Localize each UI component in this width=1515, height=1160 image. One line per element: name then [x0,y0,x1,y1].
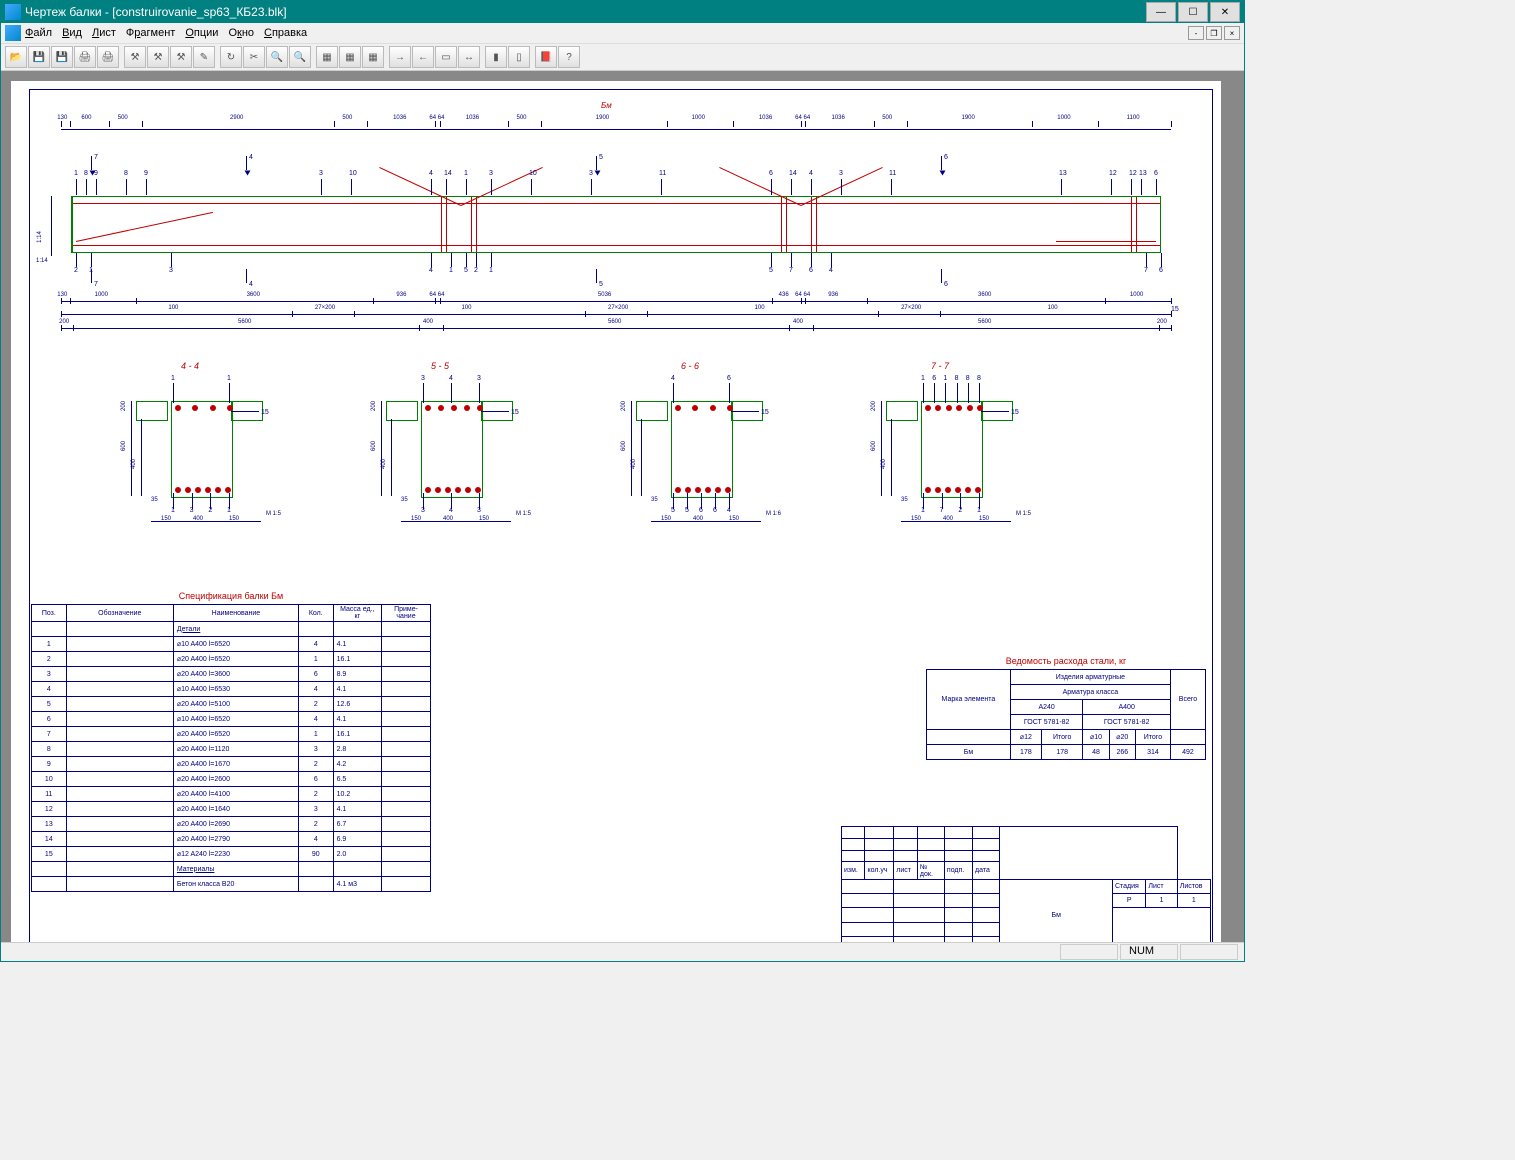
spec-row: 8⌀20 A400 l=112032.8 [32,742,431,757]
beam-elevation [71,196,1161,253]
mdi-icon[interactable] [5,25,21,41]
spec-row: 10⌀20 A400 l=260066.5 [32,772,431,787]
tool-help[interactable]: ? [558,46,580,68]
title-block: изм. кол.уч лист № док. подп. дата Бм Ст… [841,826,1211,942]
tool-mode3[interactable]: ▦ [362,46,384,68]
steel-consumption-table: Ведомость расхода стали, кг Марка элемен… [926,656,1206,760]
slope-label-1: 1:14 [37,231,43,243]
menu-view[interactable]: Вид [62,27,82,39]
pos15-label: 15 [1171,306,1179,313]
close-button[interactable]: ✕ [1210,2,1240,22]
dim-chain-top: 1306005002900500103664 64103650019001000… [61,119,1171,134]
tool-hammer3[interactable]: ⚒ [170,46,192,68]
spec-row: 11⌀20 A400 l=4100210.2 [32,787,431,802]
status-num: NUM [1120,944,1178,960]
statusbar: NUM [1,942,1244,961]
tool-zoomout[interactable]: 🔍 [289,46,311,68]
menu-file[interactable]: ФФайлайл [25,27,52,39]
tool-mode1[interactable]: ▦ [316,46,338,68]
menu-window[interactable]: Окно [228,27,254,39]
slope-label-2: 1:14 [36,258,48,264]
section-6-6: 6 - 6 М 1:6 150 400 150 200 600 400 35 1… [601,361,801,541]
tool-printview[interactable]: 🖨 [97,46,119,68]
titlebar: Чертеж балки - [construirovanie_sp63_КБ2… [1,1,1244,23]
section-7-7: 7 - 7 М 1:5 150 400 150 200 600 400 35 1… [851,361,1051,541]
tool-hammer1[interactable]: ⚒ [124,46,146,68]
spec-row: 6⌀10 A400 l=652044.1 [32,712,431,727]
tool-left[interactable]: ← [412,46,434,68]
mdi-restore[interactable]: ❐ [1206,26,1222,40]
app-icon [5,4,21,20]
spec-row: 13⌀20 A400 l=269026.7 [32,817,431,832]
menu-options[interactable]: Опции [185,27,218,39]
tool-book[interactable]: 📕 [535,46,557,68]
tool-print[interactable]: 🖨 [74,46,96,68]
tool-open[interactable]: 📂 [5,46,27,68]
tool-zoomin[interactable]: 🔍 [266,46,288,68]
maximize-button[interactable]: ☐ [1178,2,1208,22]
spec-row: 12⌀20 A400 l=164034.1 [32,802,431,817]
menu-fragment[interactable]: Фрагмент [126,27,175,39]
section-5-5: 5 - 5 М 1:5 150 400 150 200 600 400 35 1… [351,361,551,541]
tool-wide[interactable]: ↔ [458,46,480,68]
mdi-close[interactable]: × [1224,26,1240,40]
tool-mode2[interactable]: ▦ [339,46,361,68]
steel-data-row: Бм 178 178 48 266 314 492 [927,745,1206,760]
tool-save2[interactable]: 💾 [51,46,73,68]
tool-cut[interactable]: ✂ [243,46,265,68]
menu-sheet[interactable]: Лист [92,27,116,39]
tool-frame[interactable]: ▭ [435,46,457,68]
specification-table: Спецификация балки Бм Поз. Обозначение Н… [31,591,431,892]
spec-row: 3⌀20 A400 l=360068.9 [32,667,431,682]
window-title: Чертеж балки - [construirovanie_sp63_КБ2… [25,5,1144,19]
spec-row: 14⌀20 A400 l=279046.9 [32,832,431,847]
steel-title: Ведомость расхода стали, кг [926,656,1206,666]
drawing-sheet: Бм 1306005002900500103664 64103650019001… [11,81,1221,942]
spec-header-row: Поз. Обозначение Наименование Кол. Масса… [32,605,431,622]
spec-title: Спецификация балки Бм [31,591,431,601]
spec-row: 2⌀20 A400 l=6520116.1 [32,652,431,667]
spec-row: 5⌀20 A400 l=5100212.6 [32,697,431,712]
minimize-button[interactable]: — [1146,2,1176,22]
spec-row: 4⌀10 A400 l=653044.1 [32,682,431,697]
section-4-4: 4 - 4 М 1:5 150 400 150 200 600 400 35 1… [101,361,301,541]
beam-title: Бм [601,101,612,110]
toolbar: 📂 💾 💾 🖨 🖨 ⚒ ⚒ ⚒ ✎ ↻ ✂ 🔍 🔍 ▦ ▦ ▦ → ← ▭ ↔ … [1,44,1244,71]
menubar: ФФайлайл Вид Лист Фрагмент Опции Окно Сп… [1,23,1244,44]
spec-row: 7⌀20 A400 l=6520116.1 [32,727,431,742]
tool-save[interactable]: 💾 [28,46,50,68]
spec-row: 15⌀12 A240 l=2230902.0 [32,847,431,862]
menu-help[interactable]: Справка [264,27,307,39]
spec-row: 9⌀20 A400 l=167024.2 [32,757,431,772]
mdi-minimize[interactable]: - [1188,26,1204,40]
tool-layer1[interactable]: ▮ [485,46,507,68]
tool-hammer2[interactable]: ⚒ [147,46,169,68]
spec-row: 1⌀10 A400 l=652044.1 [32,637,431,652]
tool-edit[interactable]: ✎ [193,46,215,68]
tool-refresh[interactable]: ↻ [220,46,242,68]
workspace[interactable]: Бм 1306005002900500103664 64103650019001… [1,71,1244,942]
tool-right[interactable]: → [389,46,411,68]
tool-layer2[interactable]: ▯ [508,46,530,68]
